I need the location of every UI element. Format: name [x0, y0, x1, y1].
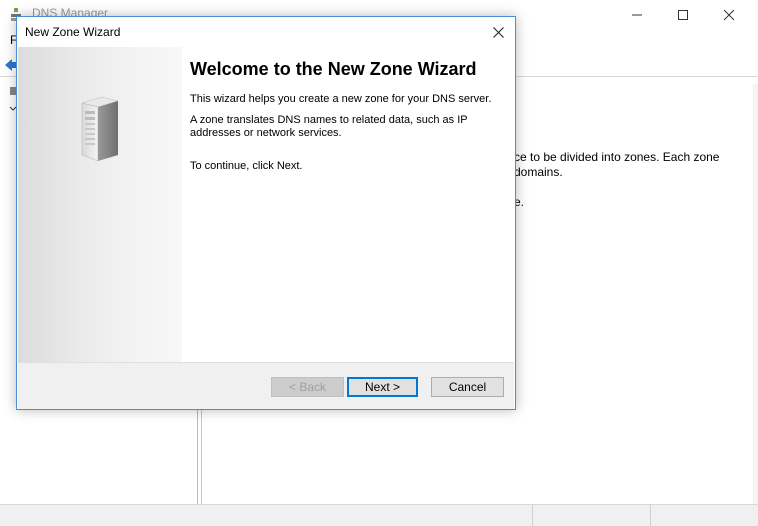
- back-button[interactable]: < Back: [271, 377, 344, 397]
- actions-pane-edge: [753, 84, 758, 504]
- details-text-line2: domains.: [514, 165, 563, 179]
- wizard-continue-text: To continue, click Next.: [190, 160, 303, 172]
- wizard-intro-text: This wizard helps you create a new zone …: [190, 93, 492, 105]
- next-button[interactable]: Next >: [347, 377, 418, 397]
- new-zone-wizard-dialog: New Zone Wizard Welcome to the New Zone …: [16, 16, 516, 410]
- status-bar: [0, 504, 758, 526]
- status-segment: [532, 505, 533, 526]
- maximize-icon: [678, 10, 688, 20]
- wizard-button-bar: < Back Next > Cancel: [18, 362, 514, 409]
- wizard-heading: Welcome to the New Zone Wizard: [190, 59, 477, 79]
- dialog-close-icon: [492, 26, 504, 38]
- close-button[interactable]: [706, 0, 752, 30]
- wizard-zone-description: A zone translates DNS names to related d…: [190, 114, 468, 139]
- cancel-button[interactable]: Cancel: [431, 377, 504, 397]
- minimize-button[interactable]: [614, 0, 660, 30]
- minimize-icon: [632, 14, 642, 16]
- dialog-close-button[interactable]: [481, 17, 515, 47]
- wizard-banner: [18, 47, 182, 362]
- wizard-content: Welcome to the New Zone Wizard This wiza…: [190, 59, 506, 173]
- maximize-button[interactable]: [660, 0, 706, 30]
- dialog-title: New Zone Wizard: [25, 25, 121, 39]
- close-icon: [723, 9, 735, 21]
- details-text-line1: ce to be divided into zones. Each zone: [514, 150, 720, 164]
- server-tower-icon: [81, 96, 119, 162]
- dialog-titlebar[interactable]: New Zone Wizard: [17, 17, 515, 47]
- status-segment: [650, 505, 651, 526]
